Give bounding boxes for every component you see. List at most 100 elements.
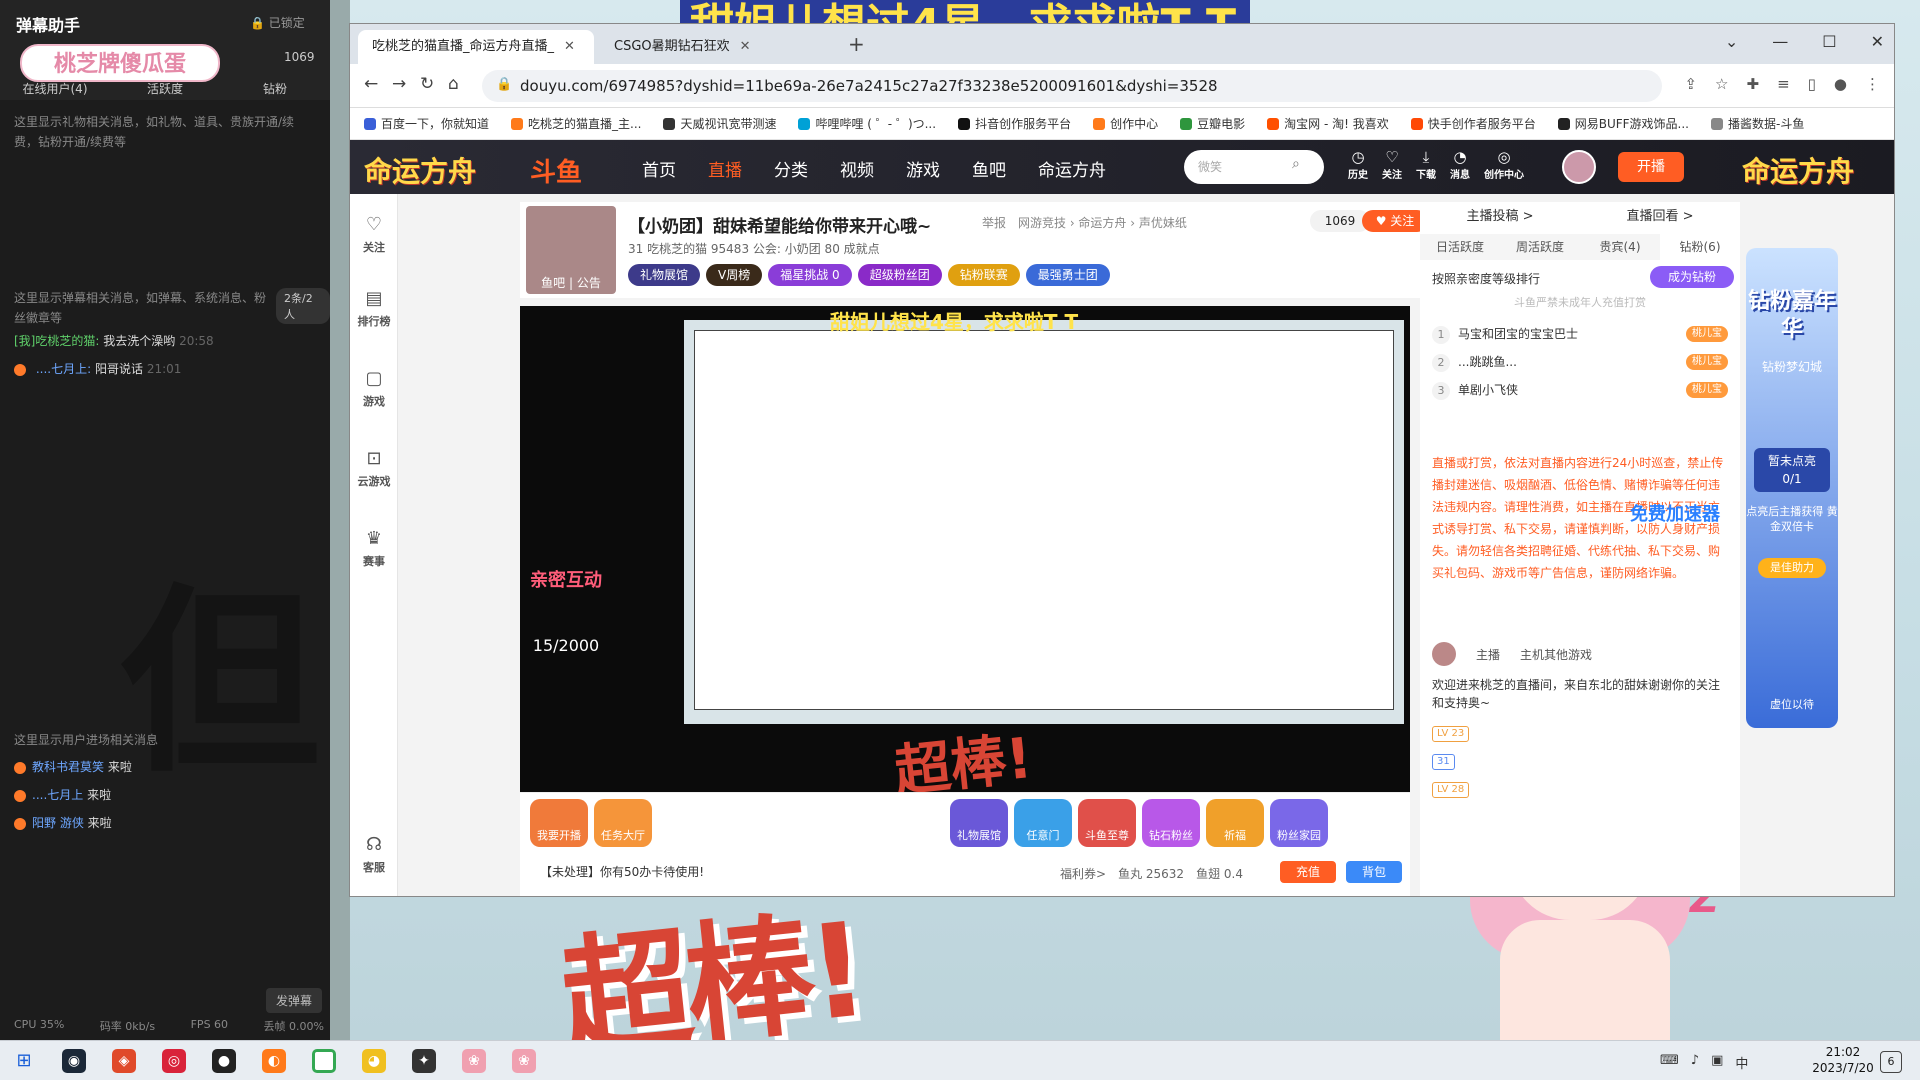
speaker-icon[interactable]: ♪ [1691, 1053, 1699, 1072]
follow-link[interactable]: ♡ 关注 [1382, 148, 1402, 181]
profile-icon[interactable]: ● [1834, 75, 1847, 93]
rail-games[interactable]: ▢ 游戏 [350, 368, 398, 409]
follow-button[interactable]: ♥ 关注 [1362, 210, 1428, 232]
anchor-avatar[interactable] [1432, 642, 1456, 666]
start-stream-button[interactable]: 开播 [1618, 152, 1684, 182]
creator-link[interactable]: ◎ 创作中心 [1484, 148, 1524, 181]
rank-row[interactable]: 1 马宝和团宝的宝宝巴士 桃儿宝 [1432, 322, 1732, 346]
nav-category[interactable]: 分类 [774, 156, 808, 181]
room-category-breadcrumb[interactable]: 网游竞技 › 命运方舟 › 声优妹纸 [1018, 214, 1187, 231]
rail-ranking[interactable]: ▤ 排行榜 [350, 288, 398, 329]
browser-tab[interactable]: CSGO暑期钻石狂欢 ✕ [600, 30, 840, 64]
rank-row[interactable]: 2 ...跳跳鱼... 桃儿宝 [1432, 350, 1732, 374]
back-arrow-icon[interactable]: ← [364, 74, 378, 94]
diamond-carnival-promo[interactable]: 钻粉嘉年华 钻粉梦幻城 暂未点亮 0/1 点亮后主播获得 黄金双倍卡 是佳助力 … [1746, 248, 1838, 728]
minimize-icon[interactable]: — [1772, 32, 1788, 51]
gift-gift-hall[interactable]: 礼物展馆 [950, 799, 1008, 847]
message-link[interactable]: ◔ 消息 [1450, 148, 1470, 181]
gift-start-stream[interactable]: 我要开播 [530, 799, 588, 847]
bookmark-item[interactable]: 淘宝网 - 淘! 我喜欢 [1267, 115, 1389, 132]
steam-icon[interactable]: ◉ [62, 1049, 86, 1073]
badge-gift-hall[interactable]: 礼物展馆 [628, 264, 701, 286]
nav-games[interactable]: 游戏 [906, 156, 940, 181]
tab-weekly-activity[interactable]: 周活跃度 [1500, 234, 1580, 260]
promo-help-button[interactable]: 是佳助力 [1758, 558, 1826, 578]
download-link[interactable]: ⤓ 下载 [1416, 148, 1436, 181]
home-icon[interactable]: ⌂ [448, 74, 459, 94]
rail-support[interactable]: ☊ 客服 [350, 834, 398, 875]
vtuber-app-icon[interactable]: ◕ [362, 1049, 386, 1073]
badge-strongest-team[interactable]: 最强勇士团 [1025, 264, 1110, 286]
maximize-icon[interactable]: ☐ [1822, 32, 1836, 51]
chrome-icon[interactable] [312, 1049, 336, 1073]
bookmark-item[interactable]: 抖音创作服务平台 [958, 115, 1071, 132]
netease-music-icon[interactable]: ◎ [162, 1049, 186, 1073]
close-icon[interactable]: ✕ [740, 39, 751, 54]
network-icon[interactable]: ▣ [1711, 1053, 1723, 1072]
replay-link[interactable]: 直播回看 > [1626, 202, 1693, 232]
rail-events[interactable]: ♛ 赛事 [350, 528, 398, 569]
gift-fans-home[interactable]: 粉丝家园 [1270, 799, 1328, 847]
bookmark-item[interactable]: 豆瓣电影 [1180, 115, 1245, 132]
douyu-logo[interactable]: 斗鱼 [530, 152, 582, 189]
search-icon[interactable]: ⌕ [1292, 156, 1300, 172]
become-diamond-button[interactable]: 成为钻粉 [1650, 266, 1734, 288]
coupon-link[interactable]: 福利券> [1060, 865, 1106, 882]
bookmark-item[interactable]: 吃桃芝的猫直播_主... [511, 115, 641, 132]
bookmark-item[interactable]: 播酱数据-斗鱼 [1711, 115, 1804, 132]
nav-lost-ark[interactable]: 命运方舟 [1038, 156, 1106, 181]
lock-toggle[interactable]: 🔒 已锁定 [250, 14, 305, 31]
intimacy-interaction-widget[interactable]: 亲密互动 15/2000 [526, 566, 606, 666]
lost-ark-logo-right[interactable]: 命运方舟 [1742, 150, 1854, 190]
gift-portal[interactable]: 任意门 [1014, 799, 1072, 847]
report-link[interactable]: 举报 [982, 214, 1006, 231]
tab-daily-activity[interactable]: 日活跃度 [1420, 234, 1500, 260]
backpack-button[interactable]: 背包 [1346, 861, 1402, 883]
address-bar[interactable]: douyu.com/6974985?dyshid=11be69a-26e7a24… [482, 70, 1662, 102]
douyu-icon[interactable]: ◐ [262, 1049, 286, 1073]
obs-icon[interactable]: ● [212, 1049, 236, 1073]
recharge-button[interactable]: 充值 [1280, 861, 1336, 883]
close-window-icon[interactable]: ✕ [1871, 32, 1884, 51]
reload-icon[interactable]: ↻ [420, 74, 434, 94]
pink-app-icon[interactable]: ❀ [512, 1049, 536, 1073]
sidebar-icon[interactable]: ▯ [1808, 75, 1816, 93]
bookmark-item[interactable]: 创作中心 [1093, 115, 1158, 132]
badge-v-weekly[interactable]: V周榜 [706, 264, 763, 286]
extensions-icon[interactable]: ✚ [1746, 75, 1759, 93]
nav-yuba[interactable]: 鱼吧 [972, 156, 1006, 181]
tab-activity[interactable]: 活跃度 [110, 80, 220, 100]
tab-diamond-fans[interactable]: 钻粉(6) [1660, 234, 1740, 260]
user-avatar[interactable] [1562, 150, 1596, 184]
app-icon[interactable]: ◈ [112, 1049, 136, 1073]
tab-online-users[interactable]: 在线用户(4) [0, 80, 110, 100]
share-icon[interactable]: ⇪ [1684, 75, 1697, 93]
bookmark-item[interactable]: 哔哩哔哩 ( ゜- ゜)つ... [798, 115, 936, 132]
lost-ark-logo[interactable]: 命运方舟 [364, 150, 476, 190]
bookmark-item[interactable]: 天威视讯宽带测速 [663, 115, 776, 132]
tab-list-chevron-icon[interactable]: ⌄ [1725, 32, 1738, 51]
notification-center[interactable]: 6 [1880, 1051, 1902, 1073]
secure-lock-icon[interactable]: 🔒 [496, 77, 512, 92]
room-cover-label[interactable]: 鱼吧 | 公告 [526, 274, 616, 291]
gift-task-hall[interactable]: 任务大厅 [594, 799, 652, 847]
keyboard-icon[interactable]: ⌨ [1660, 1053, 1679, 1072]
anchor-posts-link[interactable]: 主播投稿 > [1466, 202, 1533, 232]
star-icon[interactable]: ☆ [1715, 75, 1728, 93]
browser-tab-active[interactable]: 吃桃芝的猫直播_命运方舟直播_ ✕ [358, 30, 594, 64]
gift-supreme[interactable]: 斗鱼至尊 [1078, 799, 1136, 847]
pending-notice[interactable]: 【未处理】你有50办卡待使用! [540, 863, 704, 880]
gift-pray[interactable]: 祈福 [1206, 799, 1264, 847]
tab-diamond-fans[interactable]: 钻粉 [220, 80, 330, 100]
bookmark-item[interactable]: 百度一下，你就知道 [364, 115, 489, 132]
free-accelerator-badge[interactable]: 免费加速器 [1630, 500, 1720, 526]
tab-vip[interactable]: 贵宾(4) [1580, 234, 1660, 260]
rail-follow[interactable]: ♡ 关注 [350, 214, 398, 255]
windows-start-icon[interactable]: ⊞ [12, 1049, 36, 1073]
bookmark-item[interactable]: 网易BUFF游戏饰品... [1557, 115, 1689, 132]
anchor-other-games[interactable]: 主机其他游戏 [1520, 646, 1592, 663]
forward-arrow-icon[interactable]: → [392, 74, 406, 94]
gift-diamond-fans[interactable]: 钻石粉丝 [1142, 799, 1200, 847]
nav-video[interactable]: 视频 [840, 156, 874, 181]
history-link[interactable]: ◷ 历史 [1348, 148, 1368, 181]
